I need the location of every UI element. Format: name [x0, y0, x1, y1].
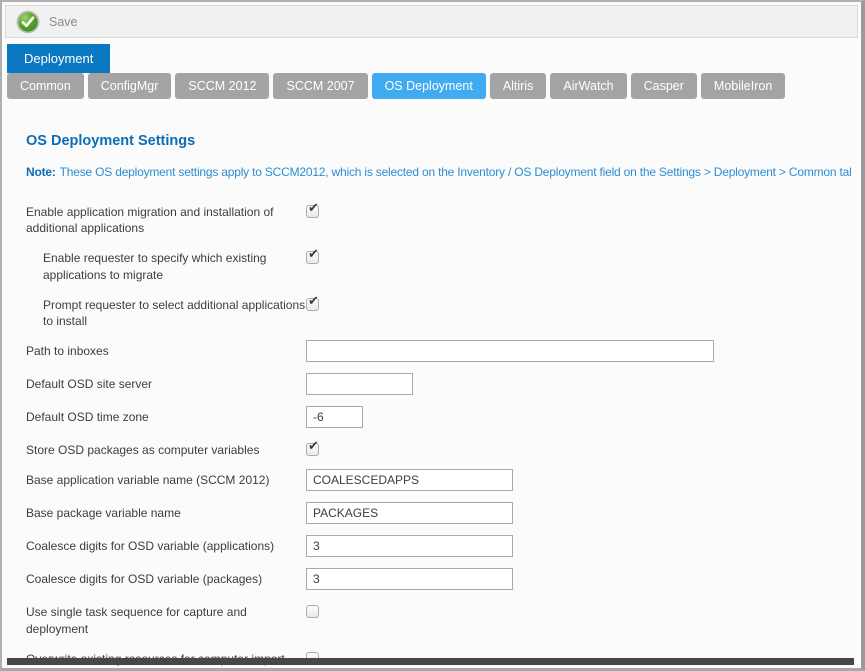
default-osd-time-zone-input[interactable]: [306, 406, 363, 428]
form-row: Prompt requester to select additional ap…: [26, 294, 851, 329]
field-label: Base application variable name (SCCM 201…: [26, 469, 306, 488]
default-osd-site-server-input[interactable]: [306, 373, 413, 395]
field-label: Path to inboxes: [26, 340, 306, 359]
field-label: Base package variable name: [26, 502, 306, 521]
settings-window: Save Deployment Common ConfigMgr SCCM 20…: [0, 0, 865, 671]
field-label: Use single task sequence for capture and…: [26, 601, 306, 636]
path-to-inboxes-input[interactable]: [306, 340, 714, 362]
tab-altiris[interactable]: Altiris: [490, 73, 547, 99]
page-title: OS Deployment Settings: [26, 133, 851, 149]
field-label: Prompt requester to select additional ap…: [26, 294, 306, 329]
field-label: Default OSD time zone: [26, 406, 306, 425]
base-package-variable-input[interactable]: [306, 502, 513, 524]
save-button[interactable]: Save: [16, 10, 78, 34]
tab-sccm-2007[interactable]: SCCM 2007: [273, 73, 367, 99]
tab-os-deployment-active[interactable]: OS Deployment: [372, 73, 486, 99]
settings-form: Enable application migration and install…: [26, 201, 851, 671]
tab-common[interactable]: Common: [7, 73, 84, 99]
tab-deployment[interactable]: Deployment: [7, 44, 110, 73]
field-label: Coalesce digits for OSD variable (applic…: [26, 535, 306, 554]
checkmark-icon: ✔: [308, 247, 319, 260]
checkmark-icon: ✔: [308, 201, 319, 214]
checkbox-prompt-requester-additional[interactable]: ✔: [306, 298, 319, 311]
tab-airwatch[interactable]: AirWatch: [550, 73, 626, 99]
field-label: Enable application migration and install…: [26, 201, 306, 236]
checkbox-store-osd-packages[interactable]: ✔: [306, 443, 319, 456]
window-bottom-edge: [7, 658, 854, 665]
form-row: Base package variable name: [26, 502, 851, 524]
form-row: Enable requester to specify which existi…: [26, 247, 851, 282]
field-label: Coalesce digits for OSD variable (packag…: [26, 568, 306, 587]
form-row: Default OSD time zone: [26, 406, 851, 428]
field-label: Default OSD site server: [26, 373, 306, 392]
coalesce-digits-applications-input[interactable]: [306, 535, 513, 557]
checkbox-enable-requester-specify[interactable]: ✔: [306, 251, 319, 264]
checkmark-icon: ✔: [308, 294, 319, 307]
base-application-variable-input[interactable]: [306, 469, 513, 491]
form-row: Enable application migration and install…: [26, 201, 851, 236]
tab-mobileiron[interactable]: MobileIron: [701, 73, 785, 99]
toolbar: Save: [5, 5, 858, 38]
settings-tab-row: Common ConfigMgr SCCM 2012 SCCM 2007 OS …: [7, 73, 861, 99]
tab-configmgr[interactable]: ConfigMgr: [88, 73, 172, 99]
form-row: Store OSD packages as computer variables…: [26, 439, 851, 458]
note-text: Note: These OS deployment settings apply …: [26, 165, 851, 179]
checkmark-icon: ✔: [308, 439, 319, 452]
checkbox-single-task-sequence[interactable]: [306, 605, 319, 618]
form-row: Use single task sequence for capture and…: [26, 601, 851, 636]
form-row: Coalesce digits for OSD variable (applic…: [26, 535, 851, 557]
field-label: Enable requester to specify which existi…: [26, 247, 306, 282]
note-label: Note:: [26, 165, 56, 179]
form-row: Path to inboxes: [26, 340, 851, 362]
form-row: Default OSD site server: [26, 373, 851, 395]
field-label: Store OSD packages as computer variables: [26, 439, 306, 458]
save-label: Save: [49, 15, 78, 29]
tab-casper[interactable]: Casper: [631, 73, 697, 99]
os-deployment-settings-panel: OS Deployment Settings Note: These OS dep…: [2, 133, 861, 671]
form-row: Coalesce digits for OSD variable (packag…: [26, 568, 851, 590]
checkbox-enable-app-migration[interactable]: ✔: [306, 205, 319, 218]
form-row: Base application variable name (SCCM 201…: [26, 469, 851, 491]
note-body: These OS deployment settings apply to SC…: [60, 165, 851, 179]
save-check-circle-icon: [16, 10, 40, 34]
tab-sccm-2012[interactable]: SCCM 2012: [175, 73, 269, 99]
coalesce-digits-packages-input[interactable]: [306, 568, 513, 590]
